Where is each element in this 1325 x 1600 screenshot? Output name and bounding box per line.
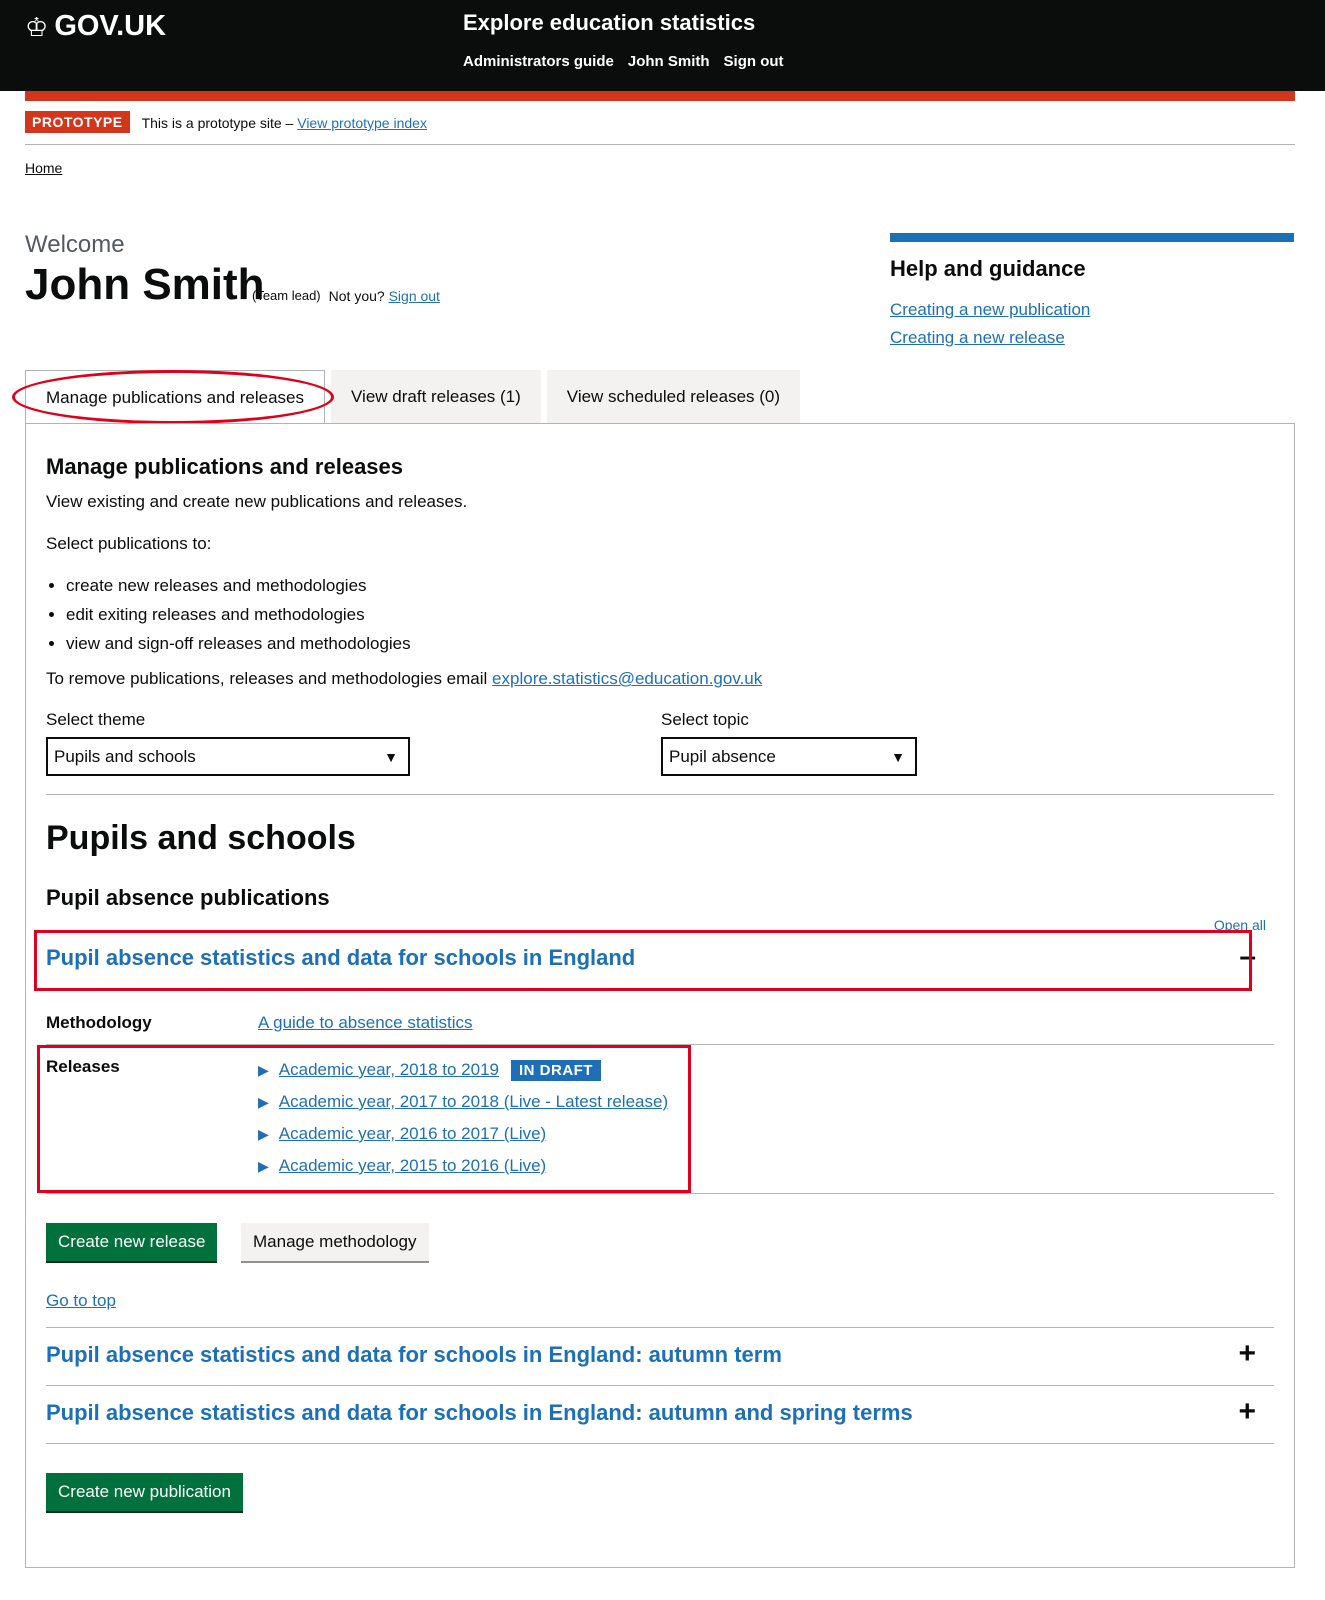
release-link[interactable]: Academic year, 2016 to 2017 (Live) [279, 1124, 546, 1144]
crown-icon: ♔ [25, 11, 49, 42]
release-item: ▶ Academic year, 2015 to 2016 (Live) [258, 1150, 668, 1182]
nav-admin-guide[interactable]: Administrators guide [463, 53, 614, 70]
site-header: ♔ GOV.UK Explore education statistics Ad… [0, 0, 1325, 91]
tab-manage-publications[interactable]: Manage publications and releases [25, 370, 326, 424]
create-release-button[interactable]: Create new release [46, 1223, 218, 1261]
header-accent-bar [25, 91, 1295, 101]
releases-label: Releases [46, 1057, 120, 1076]
breadcrumb-home[interactable]: Home [25, 160, 62, 176]
methodology-label: Methodology [46, 1013, 152, 1032]
prototype-index-link[interactable]: View prototype index [297, 115, 427, 131]
chevron-down-icon: ▼ [891, 748, 905, 765]
panel-select-intro: Select publications to: [46, 534, 212, 553]
tab-scheduled-releases[interactable]: View scheduled releases (0) [546, 370, 801, 423]
list-item: edit exiting releases and methodologies [66, 605, 411, 625]
chevron-down-icon: ▼ [384, 748, 398, 765]
topic-heading: Pupil absence publications [46, 885, 330, 910]
minus-icon[interactable]: – [1239, 940, 1256, 974]
breadcrumb: Home [25, 160, 62, 176]
divider [46, 794, 1274, 795]
release-link[interactable]: Academic year, 2017 to 2018 (Live - Late… [279, 1092, 668, 1112]
welcome-caption: Welcome [25, 231, 125, 258]
user-meta: (Team lead) Not you? Sign out [252, 288, 440, 304]
triangle-right-icon: ▶ [258, 1093, 269, 1110]
help-guidance: Help and guidance Creating a new publica… [890, 233, 1294, 356]
manage-methodology-button[interactable]: Manage methodology [241, 1223, 429, 1261]
triangle-right-icon: ▶ [258, 1157, 269, 1174]
panel-title: Manage publications and releases [46, 454, 404, 479]
open-all-link[interactable]: Open all [1214, 917, 1266, 933]
help-link-new-release[interactable]: Creating a new release [890, 328, 1294, 348]
release-item: ▶ Academic year, 2018 to 2019 IN DRAFT [258, 1054, 668, 1086]
triangle-right-icon: ▶ [258, 1125, 269, 1142]
divider [46, 1443, 1274, 1444]
topic-select[interactable]: Pupil absence ▼ [661, 737, 917, 776]
sign-out-link[interactable]: Sign out [389, 288, 440, 304]
accordion-heading-autumn-spring[interactable]: Pupil absence statistics and data for sc… [46, 1400, 913, 1426]
theme-label: Select theme [46, 710, 146, 729]
release-item: ▶ Academic year, 2016 to 2017 (Live) [258, 1118, 668, 1150]
bullet-list: create new releases and methodologies ed… [46, 576, 411, 663]
phase-tag: PROTOTYPE [25, 111, 130, 133]
plus-icon[interactable]: + [1238, 1395, 1256, 1429]
panel-intro: View existing and create new publication… [46, 492, 468, 511]
accordion-heading-pupil-absence[interactable]: Pupil absence statistics and data for sc… [46, 945, 635, 971]
page-title: John Smith [25, 260, 265, 309]
theme-heading: Pupils and schools [46, 819, 356, 857]
nav-sign-out[interactable]: Sign out [724, 53, 784, 70]
user-role: (Team lead) [252, 288, 321, 303]
release-link[interactable]: Academic year, 2015 to 2016 (Live) [279, 1156, 546, 1176]
divider [46, 1193, 1274, 1194]
support-email-link[interactable]: explore.statistics@education.gov.uk [492, 669, 762, 688]
tab-draft-releases[interactable]: View draft releases (1) [331, 370, 541, 423]
tab-list: Manage publications and releases View dr… [25, 370, 801, 424]
theme-select[interactable]: Pupils and schools ▼ [46, 737, 410, 776]
tab-panel: Manage publications and releases View ex… [25, 423, 1295, 1568]
methodology-link[interactable]: A guide to absence statistics [258, 1013, 473, 1033]
release-item: ▶ Academic year, 2017 to 2018 (Live - La… [258, 1086, 668, 1118]
phase-banner: PROTOTYPE This is a prototype site – Vie… [25, 111, 1295, 145]
not-you-text: Not you? Sign out [328, 288, 440, 304]
logo-text: GOV.UK [54, 10, 167, 42]
list-item: view and sign-off releases and methodolo… [66, 634, 411, 654]
create-publication-button[interactable]: Create new publication [46, 1473, 243, 1511]
govuk-logo[interactable]: ♔ GOV.UK [25, 10, 166, 43]
release-list: ▶ Academic year, 2018 to 2019 IN DRAFT ▶… [258, 1054, 668, 1182]
divider [46, 1044, 1274, 1045]
phase-text: This is a prototype site – View prototyp… [141, 115, 427, 131]
nav-user-name[interactable]: John Smith [628, 53, 710, 70]
help-link-new-publication[interactable]: Creating a new publication [890, 300, 1294, 320]
draft-badge: IN DRAFT [510, 1059, 601, 1081]
divider [46, 1385, 1274, 1386]
header-nav: Administrators guide John Smith Sign out [463, 53, 784, 70]
remove-info: To remove publications, releases and met… [46, 669, 763, 688]
triangle-right-icon: ▶ [258, 1061, 269, 1078]
list-item: create new releases and methodologies [66, 576, 411, 596]
divider [46, 1327, 1274, 1328]
plus-icon[interactable]: + [1238, 1337, 1256, 1371]
go-to-top-link[interactable]: Go to top [46, 1291, 116, 1311]
accordion-heading-autumn-term[interactable]: Pupil absence statistics and data for sc… [46, 1342, 782, 1368]
service-name[interactable]: Explore education statistics [463, 10, 755, 36]
release-link[interactable]: Academic year, 2018 to 2019 [279, 1060, 499, 1080]
help-title: Help and guidance [890, 256, 1086, 281]
topic-label: Select topic [661, 710, 749, 729]
